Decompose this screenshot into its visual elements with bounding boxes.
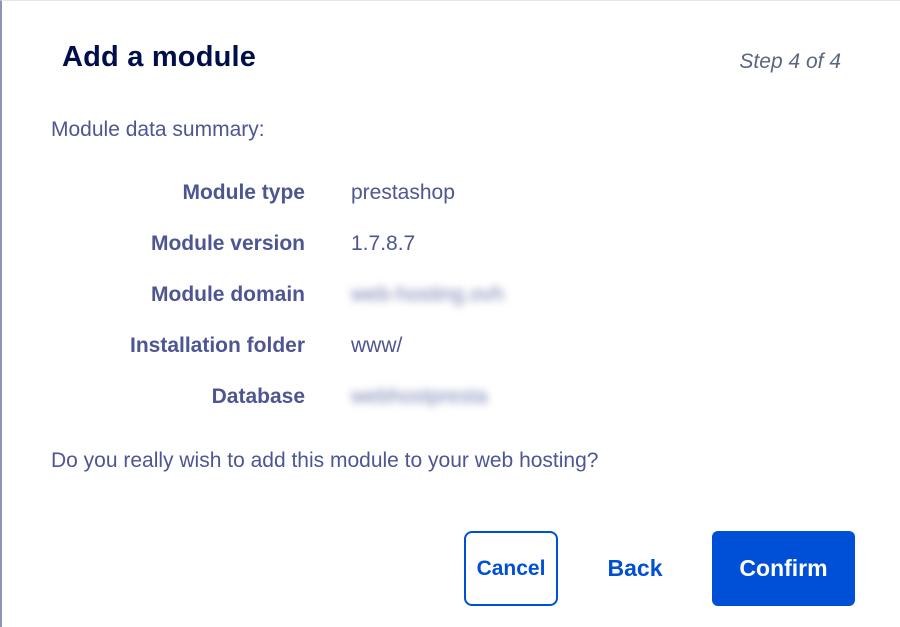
confirmation-question: Do you really wish to add this module to… bbox=[51, 449, 599, 472]
back-button[interactable]: Back bbox=[592, 531, 678, 606]
row-value: webhostpresta bbox=[351, 384, 488, 408]
summary-row-module-version: Module version 1.7.8.7 bbox=[51, 218, 651, 269]
row-value: 1.7.8.7 bbox=[351, 231, 416, 255]
row-key: Module type bbox=[182, 180, 305, 204]
summary-table: Module type prestashop Module version 1.… bbox=[51, 167, 651, 422]
row-value: prestashop bbox=[351, 180, 455, 204]
row-key: Database bbox=[211, 384, 305, 408]
row-value: web-hosting.ovh bbox=[351, 282, 504, 306]
dialog-title: Add a module bbox=[62, 41, 257, 73]
summary-row-module-domain: Module domain web-hosting.ovh bbox=[51, 269, 651, 320]
confirm-button[interactable]: Confirm bbox=[712, 531, 855, 606]
summary-label: Module data summary: bbox=[51, 118, 265, 141]
row-key: Installation folder bbox=[129, 333, 305, 357]
add-module-dialog: Add a module Step 4 of 4 Module data sum… bbox=[0, 0, 900, 627]
summary-row-database: Database webhostpresta bbox=[51, 371, 651, 422]
cancel-button[interactable]: Cancel bbox=[464, 531, 558, 606]
row-key: Module domain bbox=[151, 282, 305, 306]
row-value: www/ bbox=[351, 333, 403, 357]
step-indicator: Step 4 of 4 bbox=[739, 50, 841, 73]
row-key: Module version bbox=[150, 231, 305, 255]
summary-row-installation-folder: Installation folder www/ bbox=[51, 320, 651, 371]
summary-row-module-type: Module type prestashop bbox=[51, 167, 651, 218]
